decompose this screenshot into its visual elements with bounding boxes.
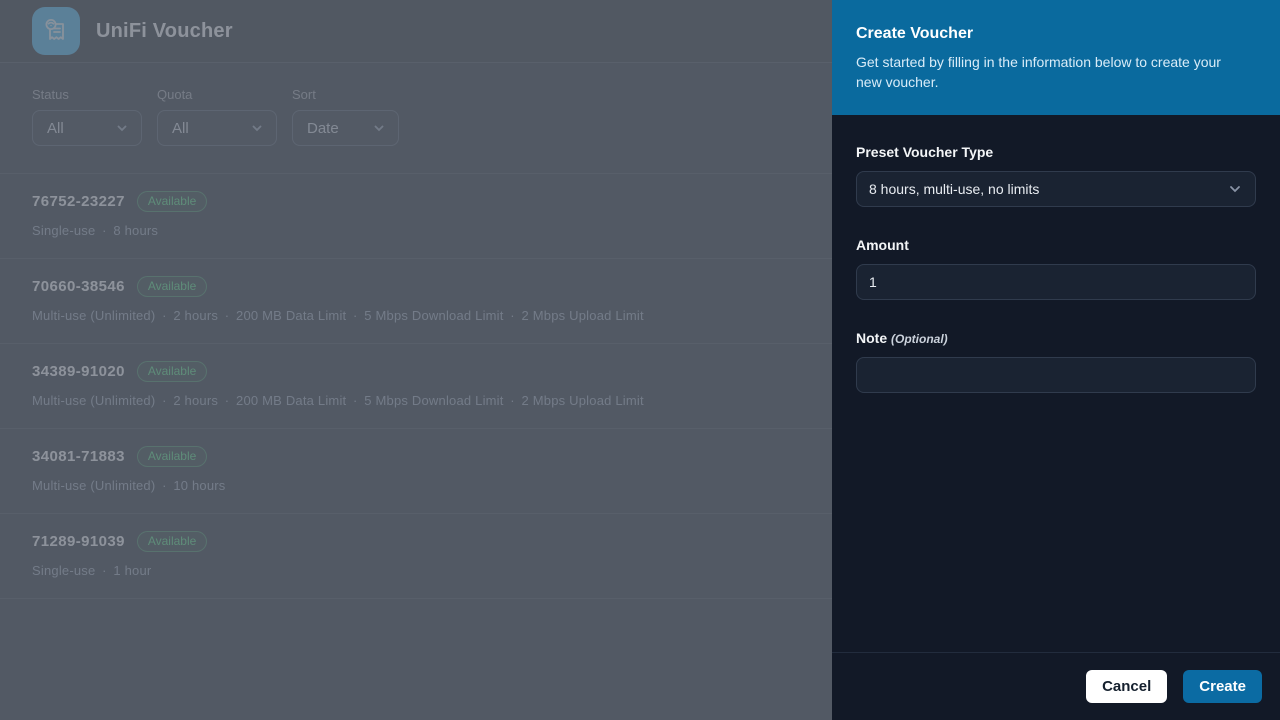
create-button[interactable]: Create (1183, 670, 1262, 703)
unifi-voucher-app: UniFi Voucher Status All Quota All (0, 0, 1280, 720)
cancel-button[interactable]: Cancel (1086, 670, 1167, 703)
create-voucher-form: Preset Voucher Type 8 hours, multi-use, … (832, 115, 1280, 652)
dialog-footer: Cancel Create (832, 652, 1280, 720)
preset-label: Preset Voucher Type (856, 144, 1256, 160)
create-voucher-header: Create Voucher Get started by filling in… (832, 0, 1280, 115)
note-input[interactable] (856, 357, 1256, 393)
chevron-down-icon (1227, 181, 1243, 197)
dialog-title: Create Voucher (856, 25, 1256, 43)
amount-input[interactable] (856, 264, 1256, 300)
note-optional-label: (Optional) (891, 332, 948, 346)
note-field-group: Note (Optional) (856, 330, 1256, 393)
preset-select[interactable]: 8 hours, multi-use, no limits (856, 171, 1256, 207)
amount-field-group: Amount (856, 237, 1256, 300)
preset-select-value: 8 hours, multi-use, no limits (869, 181, 1039, 197)
note-label: Note (Optional) (856, 330, 1256, 346)
dialog-subtitle: Get started by filling in the informatio… (856, 52, 1248, 92)
create-voucher-panel: Create Voucher Get started by filling in… (832, 0, 1280, 720)
preset-field-group: Preset Voucher Type 8 hours, multi-use, … (856, 144, 1256, 207)
amount-label: Amount (856, 237, 1256, 253)
